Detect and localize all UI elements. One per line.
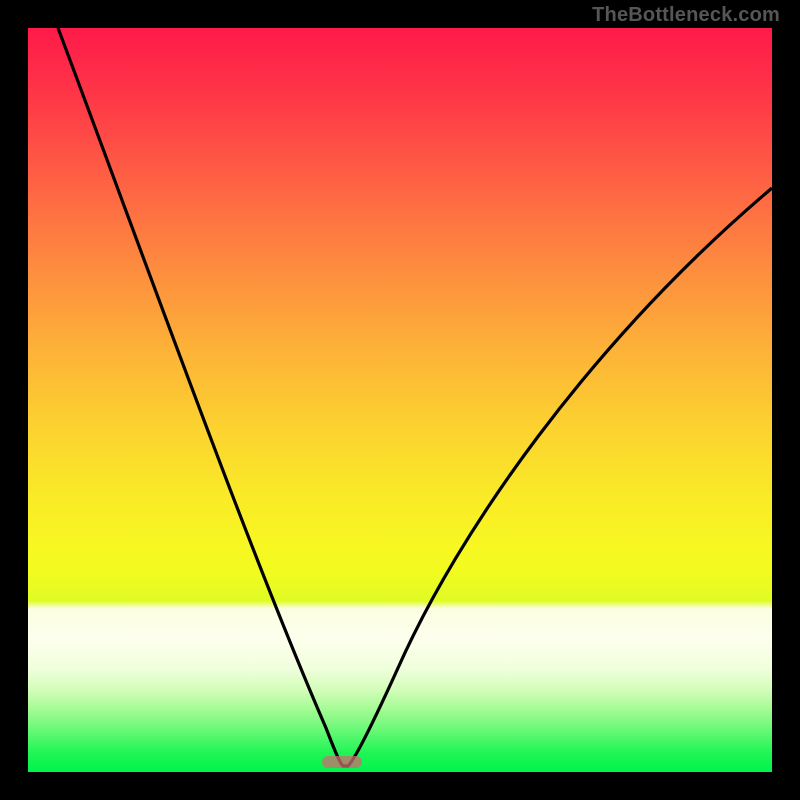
plot-area xyxy=(28,28,772,772)
chart-frame: TheBottleneck.com xyxy=(0,0,800,800)
attribution-text: TheBottleneck.com xyxy=(592,4,780,27)
bottleneck-curve xyxy=(28,28,772,772)
minimum-marker xyxy=(322,756,362,768)
